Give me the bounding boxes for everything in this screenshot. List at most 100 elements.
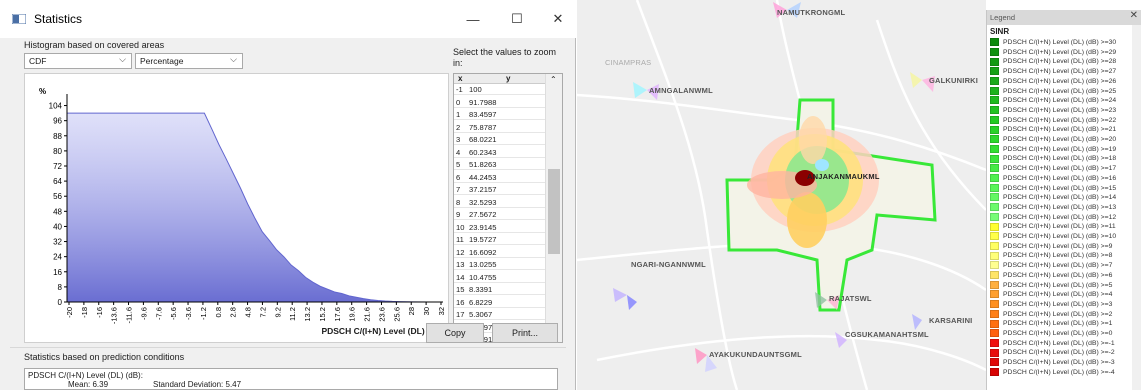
histogram-label: Histogram based on covered areas (24, 40, 165, 50)
x-tick-label: 4.8 (244, 307, 253, 317)
table-row[interactable]: 10 23.9145 (454, 223, 546, 233)
y-tick-label: 16 (53, 268, 62, 277)
table-row[interactable]: 3 68.0221 (454, 135, 546, 145)
table-row[interactable]: 9 27.5672 (454, 210, 546, 220)
legend-swatch (990, 86, 999, 95)
legend-item-label: PDSCH C/(I+N) Level (DL) (dB) >=23 (1003, 106, 1117, 114)
statistics-window: Statistics — ☐ ✕ Histogram based on cove… (0, 0, 576, 390)
table-row[interactable]: 13 13.0255 (454, 260, 546, 270)
unit-select[interactable]: Percentage ⌵ (135, 53, 243, 69)
title-bar[interactable]: Statistics — ☐ ✕ (0, 0, 576, 38)
legend-item-label: PDSCH C/(I+N) Level (DL) (dB) >=10 (1003, 233, 1117, 240)
legend-item-label: PDSCH C/(I+N) Level (DL) (dB) >=8 (1003, 252, 1113, 260)
legend-swatch (990, 271, 999, 279)
cell-x: 12 (456, 247, 465, 257)
values-table[interactable]: x y -1 100 0 91.7988 1 83.4597 2 75.8787 3 68.022… (453, 73, 563, 343)
table-row[interactable]: -1 100 (454, 85, 546, 95)
unit-select-value: Percentage (140, 56, 184, 66)
legend-item: PDSCH C/(I+N) Level (DL) (dB) >=10 (990, 232, 1116, 242)
legend-swatch (990, 329, 999, 338)
cell-y: 44.2453 (469, 172, 497, 182)
legend-item: PDSCH C/(I+N) Level (DL) (dB) >=12 (990, 212, 1116, 223)
table-row[interactable]: 12 16.6092 (454, 248, 546, 258)
stats-std: Standard Deviation: 5.47 (153, 380, 242, 389)
maximize-button[interactable]: ☐ (497, 8, 537, 30)
legend-swatch (990, 115, 999, 124)
x-tick-label: -11.6 (125, 307, 134, 324)
legend-close-icon[interactable]: ✕ (1130, 10, 1138, 21)
cell-x: 16 (456, 297, 465, 307)
legend-item-label: PDSCH C/(I+N) Level (DL) (dB) >=7 (1003, 262, 1113, 270)
legend-item-label: PDSCH C/(I+N) Level (DL) (dB) >=11 (1003, 223, 1116, 231)
x-tick-label: -20 (65, 307, 74, 318)
legend-item-label: PDSCH C/(I+N) Level (DL) (dB) >=1 (1003, 320, 1113, 328)
cell-x: 17 (456, 310, 465, 319)
x-tick-label: 0.8 (214, 307, 223, 317)
table-row[interactable]: 6 44.2453 (454, 173, 546, 183)
divider (10, 347, 566, 348)
legend-item: PDSCH C/(I+N) Level (DL) (dB) >=13 (990, 203, 1116, 213)
table-row[interactable]: 0 91.7988 (454, 98, 546, 108)
legend-item: PDSCH C/(I+N) Level (DL) (dB) >=11 (990, 222, 1116, 232)
close-button[interactable]: ✕ (538, 8, 578, 30)
table-row[interactable]: 14 10.4755 (454, 273, 546, 283)
x-tick-label: 11.2 (288, 307, 297, 321)
legend-item-label: PDSCH C/(I+N) Level (DL) (dB) >=-4 (1003, 368, 1115, 376)
table-row[interactable]: 17 5.3067 (454, 310, 546, 320)
legend-scrollbar[interactable] (1132, 25, 1141, 390)
cell-x: 3 (456, 135, 461, 144)
legend-item: PDSCH C/(I+N) Level (DL) (dB) >=22 (990, 115, 1116, 126)
stats-textbox[interactable]: PDSCH C/(I+N) Level (DL) (dB): Mean: 6.3… (24, 368, 558, 390)
cell-y: 32.5293 (469, 197, 497, 207)
histogram-chart: % 0 8 16 24 32 40 48 56 64 72 80 88 96 104 -20 -18 -16 -13… (24, 73, 449, 343)
table-row[interactable]: 4 60.2343 (454, 148, 546, 158)
x-tick-label: 17.6 (333, 307, 342, 322)
legend-item-label: PDSCH C/(I+N) Level (DL) (dB) >=3 (1003, 300, 1113, 308)
scroll-thumb[interactable] (548, 169, 560, 254)
legend-item-label: PDSCH C/(I+N) Level (DL) (dB) >=18 (1003, 155, 1117, 163)
minimize-button[interactable]: — (453, 8, 493, 30)
table-row[interactable]: 15 8.3391 (454, 285, 546, 295)
chevron-down-icon: ⌵ (119, 54, 126, 64)
zoom-instructions: Select the values to zoom in: (453, 47, 557, 68)
copy-button[interactable]: Copy (426, 323, 484, 343)
table-row[interactable]: 7 37.2157 (454, 185, 546, 195)
coverage-map[interactable]: NAMUTKRONGML CINAMPRAS AMNGALANWML GALKU… (577, 0, 986, 390)
legend-item-label: PDSCH C/(I+N) Level (DL) (dB) >=15 (1003, 184, 1117, 192)
legend-swatch (990, 232, 999, 241)
legend-swatch (990, 67, 999, 76)
mode-select[interactable]: CDF ⌵ (24, 53, 132, 69)
legend-item-label: PDSCH C/(I+N) Level (DL) (dB) >=30 (1003, 39, 1117, 46)
legend-item-label: PDSCH C/(I+N) Level (DL) (dB) >=2 (1003, 310, 1113, 318)
legend-item: PDSCH C/(I+N) Level (DL) (dB) >=21 (990, 125, 1116, 135)
table-row[interactable]: 2 75.8787 (454, 123, 546, 133)
table-row[interactable]: 11 19.5727 (454, 235, 546, 245)
legend-panel: Legend ✕ SINR PDSCH C/(I+N) Level (DL) (… (986, 10, 1141, 390)
legend-header[interactable]: Legend ✕ (987, 10, 1141, 25)
site-label: RAJATSWL (829, 294, 872, 303)
legend-item: PDSCH C/(I+N) Level (DL) (dB) >=25 (990, 86, 1116, 97)
y-tick-label: 8 (58, 283, 63, 292)
y-tick-label: 104 (49, 102, 63, 111)
table-scrollbar[interactable]: ⌃ ⌄ (545, 74, 562, 342)
cell-x: 15 (456, 285, 465, 294)
legend-item: PDSCH C/(I+N) Level (DL) (dB) >=16 (990, 174, 1116, 184)
x-tick-label: 25.6 (392, 307, 401, 322)
print-button[interactable]: Print... (492, 323, 558, 343)
x-tick-label: -18 (80, 307, 89, 318)
scroll-up-icon[interactable]: ⌃ (550, 75, 557, 84)
cell-x: 7 (456, 185, 461, 194)
x-tick-label: -7.6 (154, 307, 163, 320)
legend-swatch (990, 338, 999, 347)
table-row[interactable]: 16 6.8229 (454, 298, 546, 308)
legend-item: PDSCH C/(I+N) Level (DL) (dB) >=1 (990, 319, 1112, 329)
mode-select-value: CDF (29, 56, 47, 66)
cell-y: 19.5727 (469, 235, 497, 244)
legend-item-label: PDSCH C/(I+N) Level (DL) (dB) >=21 (1003, 126, 1117, 134)
table-row[interactable]: 5 51.8263 (454, 160, 546, 170)
table-row[interactable]: 8 32.5293 (454, 198, 546, 208)
table-row[interactable]: 1 83.4597 (454, 110, 546, 120)
y-tick-label: 96 (53, 117, 62, 126)
legend-item-label: PDSCH C/(I+N) Level (DL) (dB) >=6 (1003, 271, 1113, 279)
x-tick-label: 23.6 (377, 307, 386, 322)
